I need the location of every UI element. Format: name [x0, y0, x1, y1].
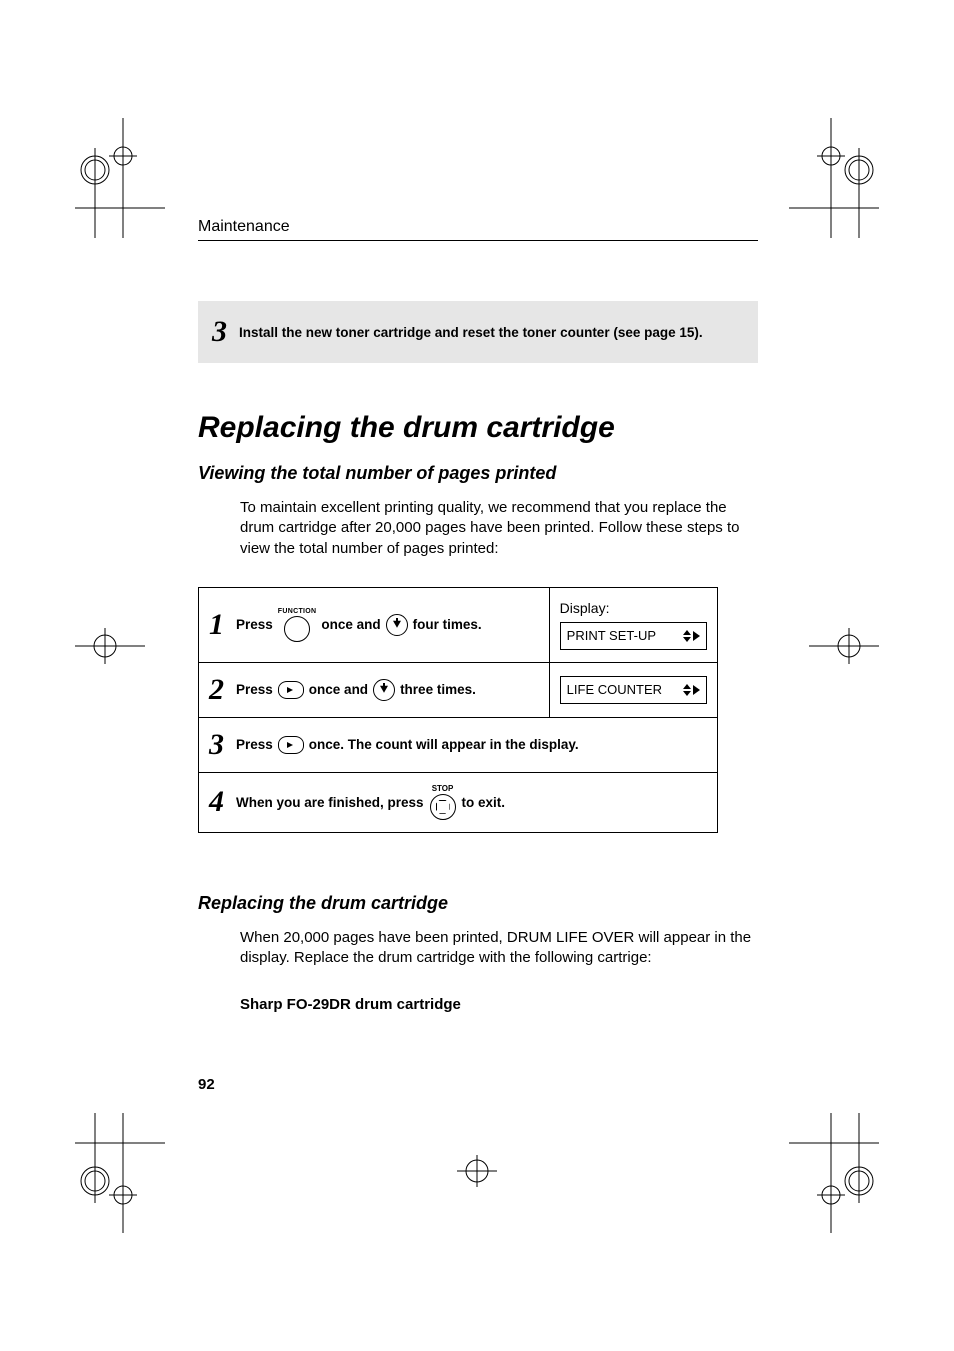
- registration-mark: [789, 118, 879, 238]
- right-arrow-button-icon: [278, 736, 304, 754]
- registration-mark: [789, 1113, 879, 1233]
- intro-paragraph: When 20,000 pages have been printed, DRU…: [240, 928, 758, 969]
- registration-mark: [75, 118, 165, 238]
- nav-arrows-icon: [679, 630, 700, 642]
- running-header: Maintenance: [198, 218, 758, 236]
- section-subtitle: Viewing the total number of pages printe…: [198, 463, 758, 484]
- table-row: 1 Press FUNCTION once and four times. Di…: [199, 587, 718, 662]
- step-number: 3: [212, 317, 227, 347]
- table-row: 2 Press once and three times. LIFE COUNT…: [199, 662, 718, 717]
- steps-table: 1 Press FUNCTION once and four times. Di…: [198, 587, 718, 833]
- display-readout: LIFE COUNTER: [560, 676, 707, 704]
- step-text: When you are finished, press: [236, 795, 424, 810]
- function-button-icon: FUNCTION: [278, 608, 317, 642]
- registration-mark: [75, 616, 145, 676]
- step-number: 4: [209, 787, 224, 817]
- stop-button-icon: STOP: [430, 785, 456, 820]
- intro-paragraph: To maintain excellent printing quality, …: [240, 498, 758, 559]
- step-text: Install the new toner cartridge and rese…: [239, 325, 703, 340]
- registration-mark: [809, 616, 879, 676]
- page-title: Replacing the drum cartridge: [198, 411, 758, 445]
- display-readout: PRINT SET-UP: [560, 622, 707, 650]
- display-label: Display:: [560, 600, 707, 616]
- step-text: once and: [321, 617, 380, 632]
- down-arrow-button-icon: [386, 614, 408, 636]
- step-text: Press: [236, 682, 273, 697]
- step-text: once and: [309, 682, 368, 697]
- right-arrow-button-icon: [278, 681, 304, 699]
- section-subtitle: Replacing the drum cartridge: [198, 893, 758, 914]
- step-text: three times.: [400, 682, 476, 697]
- table-row: 3 Press once. The count will appear in t…: [199, 717, 718, 772]
- down-arrow-button-icon: [373, 679, 395, 701]
- registration-mark: [447, 1151, 507, 1191]
- table-row: 4 When you are finished, press STOP to e…: [199, 772, 718, 832]
- registration-mark: [75, 1113, 165, 1233]
- step-number: 1: [209, 610, 224, 640]
- step-text: Press: [236, 737, 273, 752]
- step-number: 3: [209, 730, 224, 760]
- step-3-install-cartridge: 3 Install the new toner cartridge and re…: [198, 301, 758, 363]
- step-text: Press: [236, 617, 273, 632]
- product-name: Sharp FO-29DR drum cartridge: [240, 996, 758, 1013]
- page-number: 92: [198, 1076, 215, 1093]
- step-text: to exit.: [462, 795, 506, 810]
- step-text: once. The count will appear in the displ…: [309, 737, 579, 752]
- nav-arrows-icon: [679, 684, 700, 696]
- step-number: 2: [209, 675, 224, 705]
- header-rule: [198, 240, 758, 241]
- step-text: four times.: [413, 617, 482, 632]
